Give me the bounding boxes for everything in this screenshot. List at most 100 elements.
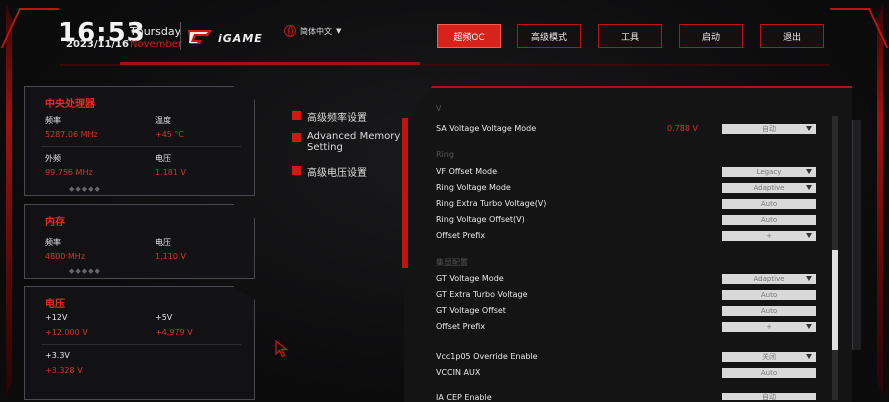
select-value: Adaptive: [753, 275, 785, 283]
ring-section-title: Ring: [436, 150, 454, 159]
panel-scrollbar[interactable]: [832, 116, 838, 400]
tab-tools-label: 工具: [620, 32, 639, 43]
header-accent: [120, 62, 420, 65]
cpu-temp-label: 温度: [155, 116, 171, 125]
month-label: November: [130, 39, 183, 50]
ring-extra-turbo-input[interactable]: Auto: [722, 199, 816, 209]
menu-item-label: 高级电压设置: [307, 168, 367, 179]
cpu-temp-value: +45 °C: [155, 130, 185, 139]
cpu-freq-label: 频率: [45, 116, 61, 125]
v33-value: +3.328 V: [45, 366, 83, 375]
caret-down-icon: ▼: [336, 27, 342, 35]
memory-freq-label: 频率: [45, 238, 61, 247]
memory-title: 内存: [45, 217, 65, 228]
menu-item-label: Advanced Memory Setting: [307, 131, 401, 153]
square-bullet-icon: [292, 166, 301, 175]
dropdown-arrow-icon: [806, 169, 812, 174]
tab-oc-label: 超频OC: [453, 32, 485, 43]
voltage-title: 电压: [45, 299, 65, 310]
menu-item-frequency[interactable]: 高级频率设置: [292, 109, 402, 124]
v33-label: +3.3V: [45, 351, 70, 360]
v5-label: +5V: [155, 313, 173, 322]
select-value: Auto: [760, 291, 778, 299]
memory-volt-value: 1.110 V: [155, 252, 186, 261]
select-value: Auto: [760, 200, 778, 208]
tab-advanced-label: 高级模式: [530, 32, 567, 43]
left-frame-rail: [6, 4, 12, 396]
menu-item-memory[interactable]: Advanced Memory Setting: [292, 131, 402, 153]
vf-offset-mode-label: VF Offset Mode: [436, 167, 497, 176]
cpu-ext-value: 99.756 MHz: [45, 168, 93, 177]
dropdown-arrow-icon: [806, 185, 812, 190]
menu-item-label: 高级频率设置: [307, 113, 367, 124]
globe-icon: [284, 25, 296, 37]
select-value: Legacy: [756, 168, 782, 176]
select-value: +: [766, 232, 772, 240]
ia-cep-enable-select[interactable]: 自动: [722, 392, 816, 401]
cpu-volt-value: 1.181 V: [155, 168, 186, 177]
divider: [41, 344, 241, 345]
dropdown-arrow-icon: [806, 354, 812, 359]
language-selector[interactable]: 简体中文 ▼: [284, 25, 341, 37]
divider: [41, 146, 241, 147]
square-bullet-icon: [292, 133, 301, 142]
tab-tools[interactable]: 工具: [598, 24, 662, 48]
ring-offset-prefix-select[interactable]: +: [722, 231, 816, 241]
cpu-ext-label: 外频: [45, 154, 61, 163]
cpu-freq-value: 5287.06 MHz: [45, 130, 98, 139]
vccin-aux-label: VCCIN AUX: [436, 368, 481, 377]
select-value: 自动: [762, 125, 776, 133]
ring-extra-turbo-label: Ring Extra Turbo Voltage(V): [436, 199, 547, 208]
ring-voltage-offset-input[interactable]: Auto: [722, 215, 816, 225]
panel-accent-bar: [402, 118, 408, 268]
right-rail: [852, 120, 861, 350]
select-value: Auto: [760, 307, 778, 315]
select-value: Auto: [760, 369, 778, 377]
gt-section-title: 集显配置: [436, 258, 468, 267]
decorative-dots: ◆◆◆◆◆: [69, 267, 101, 275]
gt-extra-turbo-input[interactable]: Auto: [722, 290, 816, 300]
cpu-title: 中央处理器: [45, 99, 95, 110]
vcc1p05-override-select[interactable]: 关闭: [722, 352, 816, 362]
igame-logo-icon: [186, 28, 214, 48]
language-label: 简体中文: [300, 26, 332, 36]
weekday-label: Thursday: [130, 25, 182, 38]
tab-exit-label: 退出: [782, 32, 801, 43]
vf-offset-mode-select[interactable]: Legacy: [722, 167, 816, 177]
dropdown-arrow-icon: [806, 126, 812, 131]
gt-voltage-offset-input[interactable]: Auto: [722, 306, 816, 316]
mouse-pointer-icon: [275, 339, 289, 362]
cpu-volt-label: 电压: [155, 154, 171, 163]
vcc1p05-override-label: Vcc1p05 Override Enable: [436, 352, 538, 361]
gt-offset-prefix-select[interactable]: +: [722, 322, 816, 332]
tab-boot[interactable]: 启动: [679, 24, 743, 48]
partial-row: V: [436, 104, 442, 113]
dropdown-arrow-icon: [806, 276, 812, 281]
tab-boot-label: 启动: [701, 32, 720, 43]
memory-volt-label: 电压: [155, 238, 171, 247]
dropdown-arrow-icon: [806, 324, 812, 329]
ring-voltage-mode-select[interactable]: Adaptive: [722, 183, 816, 193]
v5-value: +4.979 V: [155, 328, 193, 337]
select-value: +: [766, 323, 772, 331]
sa-voltage-mode-select[interactable]: 自动: [722, 124, 816, 134]
v12-label: +12V: [45, 313, 68, 322]
ring-voltage-mode-label: Ring Voltage Mode: [436, 183, 511, 192]
igame-logo-text: iGAME: [218, 31, 263, 45]
tab-oc[interactable]: 超频OC: [437, 24, 501, 48]
menu-item-voltage[interactable]: 高级电压设置: [292, 164, 402, 179]
tab-advanced[interactable]: 高级模式: [517, 24, 581, 48]
ring-offset-prefix-label: Offset Prefix: [436, 231, 486, 240]
vccin-aux-input[interactable]: Auto: [722, 368, 816, 378]
ring-voltage-offset-label: Ring Voltage Offset(V): [436, 215, 525, 224]
gt-extra-turbo-label: GT Extra Turbo Voltage: [436, 290, 528, 299]
voltage-info-box: 电压 +12V +12.000 V +5V +4.979 V +3.3V +3.…: [24, 286, 255, 400]
sa-voltage-mode-label: SA Voltage Voltage Mode: [436, 124, 537, 133]
select-value: 自动: [762, 392, 776, 401]
tab-exit[interactable]: 退出: [760, 24, 824, 48]
ia-cep-enable-label: IA CEP Enable: [436, 393, 492, 402]
clock-date: 2023/11/16: [66, 39, 129, 50]
scrollbar-thumb[interactable]: [832, 250, 838, 350]
square-bullet-icon: [292, 111, 301, 120]
gt-voltage-mode-select[interactable]: Adaptive: [722, 274, 816, 284]
